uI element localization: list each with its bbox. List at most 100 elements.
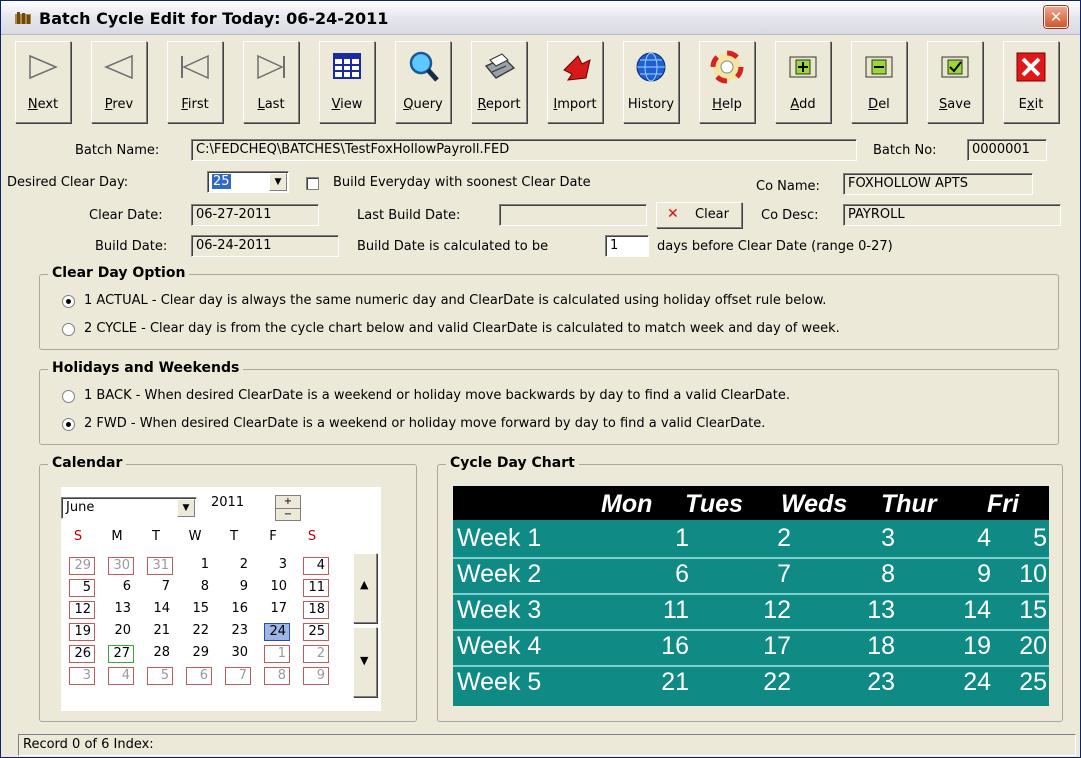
co-name-field[interactable]: FOXHOLLOW APTS [843,173,1033,195]
cycle-day-value[interactable]: 14 [943,596,991,625]
radio-cycle[interactable] [62,323,75,336]
month-up-button[interactable]: ▲ [353,553,377,623]
calendar-day[interactable]: 28 [147,645,173,663]
cycle-day-value[interactable]: 6 [641,560,689,589]
calendar-day[interactable]: 7 [147,579,173,597]
toolbar-button-next[interactable]: Next [15,41,71,123]
toolbar-button-first[interactable]: First [167,41,223,123]
calendar-day[interactable]: 11 [303,579,329,597]
calendar-day[interactable]: 20 [108,623,134,641]
calendar-day[interactable]: 24 [264,623,290,641]
toolbar-button-last[interactable]: Last [243,41,299,123]
calendar-day[interactable]: 25 [303,623,329,641]
radio-actual[interactable] [62,295,75,308]
cycle-day-value[interactable]: 7 [743,560,791,589]
calendar-day[interactable]: 18 [303,601,329,619]
cycle-day-value[interactable]: 4 [943,524,991,553]
toolbar-button-save[interactable]: Save [927,41,983,123]
calendar-day[interactable]: 9 [303,667,329,685]
cycle-day-value[interactable]: 2 [743,524,791,553]
cycle-day-value[interactable]: 24 [943,668,991,697]
co-desc-field[interactable]: PAYROLL [843,204,1061,226]
toolbar-button-exit[interactable]: Exit [1003,41,1059,123]
calendar-day[interactable]: 4 [303,557,329,575]
calendar-day[interactable]: 6 [186,667,212,685]
calendar-day[interactable]: 12 [69,601,95,619]
chevron-down-icon[interactable]: ▼ [177,499,195,517]
calendar-day[interactable]: 21 [147,623,173,641]
chevron-down-icon[interactable]: ▼ [269,173,287,191]
radio-fwd[interactable] [62,418,75,431]
toolbar-button-add[interactable]: Add [775,41,831,123]
cycle-day-value[interactable]: 5 [999,524,1047,553]
calendar-day[interactable]: 26 [69,645,95,663]
last-build-date-field[interactable] [499,204,647,226]
cycle-day-value[interactable]: 9 [943,560,991,589]
cycle-day-value[interactable]: 3 [847,524,895,553]
cycle-day-value[interactable]: 12 [743,596,791,625]
spin-down-icon[interactable]: − [276,508,300,520]
calendar-day[interactable]: 31 [147,557,173,575]
cycle-day-value[interactable]: 20 [999,632,1047,661]
desired-clear-day-select[interactable]: 25 ▼ [207,171,289,193]
month-select[interactable]: June ▼ [61,497,197,519]
build-days-input[interactable]: 1 [605,235,649,257]
calendar-day[interactable]: 1 [264,645,290,663]
month-down-button[interactable]: ▼ [353,627,377,697]
calendar-day[interactable]: 15 [186,601,212,619]
calendar-day[interactable]: 13 [108,601,134,619]
calendar-day[interactable]: 3 [264,557,290,575]
toolbar-button-query[interactable]: Query [395,41,451,123]
year-spinner[interactable]: + − [275,495,301,521]
calendar-day[interactable]: 10 [264,579,290,597]
cycle-day-value[interactable]: 8 [847,560,895,589]
spin-up-icon[interactable]: + [276,496,300,508]
calendar-day[interactable]: 9 [225,579,251,597]
radio-back[interactable] [62,390,75,403]
calendar-day[interactable]: 19 [69,623,95,641]
calendar-day[interactable]: 5 [147,667,173,685]
toolbar-button-report[interactable]: Report [471,41,527,123]
calendar-day[interactable]: 2 [303,645,329,663]
calendar-day[interactable]: 4 [108,667,134,685]
calendar-day[interactable]: 5 [69,579,95,597]
toolbar-button-view[interactable]: View [319,41,375,123]
calendar-day[interactable]: 27 [108,645,134,663]
calendar-day[interactable]: 23 [225,623,251,641]
batch-no-field[interactable]: 0000001 [967,139,1047,161]
calendar-day[interactable]: 29 [186,645,212,663]
calendar-day[interactable]: 30 [225,645,251,663]
toolbar-button-import[interactable]: Import [547,41,603,123]
calendar-day[interactable]: 29 [69,557,95,575]
batch-name-field[interactable]: C:\FEDCHEQ\BATCHES\TestFoxHollowPayroll.… [191,139,857,161]
calendar-day[interactable]: 3 [69,667,95,685]
cycle-day-value[interactable]: 19 [943,632,991,661]
build-date-field[interactable]: 06-24-2011 [191,235,339,257]
cycle-day-value[interactable]: 11 [641,596,689,625]
toolbar-button-help[interactable]: Help [699,41,755,123]
calendar-day[interactable]: 8 [186,579,212,597]
calendar-day[interactable]: 2 [225,557,251,575]
cycle-day-value[interactable]: 23 [847,668,895,697]
cycle-day-value[interactable]: 13 [847,596,895,625]
cycle-day-value[interactable]: 16 [641,632,689,661]
calendar-day[interactable]: 16 [225,601,251,619]
cycle-day-value[interactable]: 15 [999,596,1047,625]
calendar-day[interactable]: 7 [225,667,251,685]
calendar-day[interactable]: 17 [264,601,290,619]
cycle-day-value[interactable]: 1 [641,524,689,553]
build-everyday-checkbox[interactable] [306,177,319,190]
cycle-day-value[interactable]: 21 [641,668,689,697]
toolbar-button-prev[interactable]: Prev [91,41,147,123]
close-button[interactable]: ✕ [1044,6,1068,28]
cycle-day-value[interactable]: 10 [999,560,1047,589]
calendar-day[interactable]: 1 [186,557,212,575]
calendar-day[interactable]: 30 [108,557,134,575]
cycle-day-value[interactable]: 18 [847,632,895,661]
calendar-day[interactable]: 22 [186,623,212,641]
clear-button[interactable]: ✕ Clear [656,202,742,228]
toolbar-button-del[interactable]: Del [851,41,907,123]
calendar-day[interactable]: 8 [264,667,290,685]
toolbar-button-history[interactable]: History [623,41,679,123]
clear-date-field[interactable]: 06-27-2011 [191,204,319,226]
